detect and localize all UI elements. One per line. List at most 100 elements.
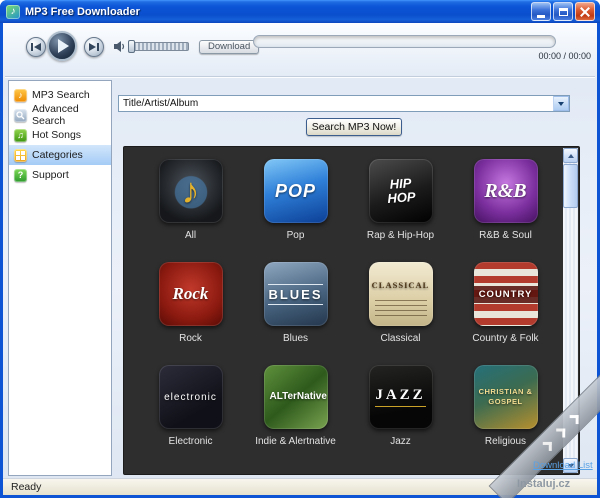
window-title: MP3 Free Downloader <box>25 6 140 18</box>
category-art-text: electronic <box>164 392 217 403</box>
volume-thumb[interactable] <box>128 40 135 53</box>
help-icon: ? <box>14 169 27 182</box>
sidebar-item-mp3-search[interactable]: ♪ MP3 Search <box>9 85 111 105</box>
download-list-link[interactable]: Download List <box>533 460 593 471</box>
category-tile-rnb-soul[interactable]: R&B R&B & Soul <box>453 159 558 262</box>
category-art-blues: BLUES <box>264 262 328 326</box>
search-icon <box>14 109 27 122</box>
chevron-icon <box>542 442 551 451</box>
category-art-rap: HIP HOP <box>369 159 433 223</box>
category-art-text: BLUES <box>268 284 322 305</box>
sidebar-item-label: Categories <box>32 149 83 161</box>
chevron-down-icon <box>558 102 564 106</box>
category-art-text: HIP HOP <box>378 176 424 206</box>
minimize-button[interactable] <box>531 2 551 21</box>
category-tile-classical[interactable]: CLASSICAL Classical <box>348 262 453 365</box>
search-combobox-value[interactable]: Title/Artist/Album <box>119 98 553 109</box>
chevron-icon <box>569 415 578 424</box>
category-art-text: CLASSICAL <box>372 280 430 290</box>
category-tile-blues[interactable]: BLUES Blues <box>243 262 348 365</box>
category-art-text: CHRISTIAN & GOSPEL <box>479 387 533 407</box>
close-button[interactable] <box>575 2 595 21</box>
speaker-icon <box>113 40 126 58</box>
category-art-classical: CLASSICAL <box>369 262 433 326</box>
category-label: Classical <box>380 333 420 344</box>
chevron-icon <box>556 429 565 438</box>
seek-bar[interactable] <box>253 35 556 48</box>
category-tile-pop[interactable]: POP Pop <box>243 159 348 262</box>
next-track-button[interactable] <box>84 37 104 57</box>
volume-slider[interactable] <box>129 42 189 51</box>
close-icon <box>580 7 590 17</box>
titlebar[interactable]: ♪ MP3 Free Downloader <box>0 0 600 23</box>
sidebar-item-label: Advanced Search <box>32 103 111 127</box>
minimize-icon <box>537 15 545 18</box>
category-label: All <box>185 230 196 241</box>
category-tile-rock[interactable]: Rock Rock <box>138 262 243 365</box>
category-art-all: ♪ <box>159 159 223 223</box>
next-icon <box>97 43 99 51</box>
category-tile-all[interactable]: ♪ All <box>138 159 243 262</box>
app-icon: ♪ <box>6 5 20 19</box>
watermark-site-text: Instaluj.cz <box>517 478 570 490</box>
scrollbar-thumb[interactable] <box>563 164 578 208</box>
search-combobox[interactable]: Title/Artist/Album <box>118 95 570 112</box>
sidebar-item-categories[interactable]: Categories <box>9 145 111 165</box>
status-text: Ready <box>3 481 41 493</box>
categories-icon <box>14 149 27 162</box>
category-art-text: R&B <box>484 180 526 203</box>
category-art-jazz: JAZZ <box>369 365 433 429</box>
category-art-text: JAZZ <box>375 387 425 407</box>
sidebar: ♪ MP3 Search Advanced Search ♫ Hot Songs… <box>8 80 112 476</box>
category-art-text: ALTerNative <box>270 391 322 403</box>
category-tile-rap-hip-hop[interactable]: HIP HOP Rap & Hip-Hop <box>348 159 453 262</box>
category-art-rock: Rock <box>159 262 223 326</box>
category-label: Electronic <box>169 436 213 447</box>
category-art-rnb: R&B <box>474 159 538 223</box>
category-art-text: COUNTRY <box>474 286 538 303</box>
sidebar-item-hot-songs[interactable]: ♫ Hot Songs <box>9 125 111 145</box>
sidebar-item-label: Hot Songs <box>32 129 81 141</box>
play-button[interactable] <box>47 31 77 61</box>
category-label: Religious <box>485 436 526 447</box>
category-label: R&B & Soul <box>479 230 532 241</box>
sidebar-item-advanced-search[interactable]: Advanced Search <box>9 105 111 125</box>
category-art-religious: CHRISTIAN & GOSPEL <box>474 365 538 429</box>
category-art-text: ♪ <box>182 170 200 212</box>
category-art-indie: ALTerNative <box>264 365 328 429</box>
sidebar-item-label: MP3 Search <box>32 89 90 101</box>
category-label: Jazz <box>390 436 411 447</box>
category-tile-jazz[interactable]: JAZZ Jazz <box>348 365 453 468</box>
toolbar-separator <box>5 76 595 78</box>
hot-songs-icon: ♫ <box>14 129 27 142</box>
category-art-pop: POP <box>264 159 328 223</box>
sidebar-item-label: Support <box>32 169 69 181</box>
chevron-up-icon <box>568 154 574 158</box>
category-label: Indie & Alertnative <box>255 436 336 447</box>
category-label: Blues <box>283 333 308 344</box>
previous-icon-triangle <box>34 43 41 51</box>
download-button[interactable]: Download <box>199 40 259 54</box>
category-label: Country & Folk <box>472 333 538 344</box>
playback-time: 00:00 / 00:00 <box>538 51 591 61</box>
category-art-electronic: electronic <box>159 365 223 429</box>
category-tile-indie-alternative[interactable]: ALTerNative Indie & Alertnative <box>243 365 348 468</box>
category-art-text: Rock <box>173 284 209 304</box>
music-note-icon: ♪ <box>14 89 27 102</box>
category-tile-electronic[interactable]: electronic Electronic <box>138 365 243 468</box>
app-window: ♪ MP3 Free Downloader Download 00:00 / 0… <box>0 0 600 498</box>
category-tile-country-folk[interactable]: COUNTRY Country & Folk <box>453 262 558 365</box>
previous-track-button[interactable] <box>26 37 46 57</box>
previous-icon <box>31 43 33 51</box>
category-art-text: POP <box>275 181 316 202</box>
search-mp3-button[interactable]: Search MP3 Now! <box>306 118 402 136</box>
categories-panel: ♪ All POP Pop HIP HOP Rap & Hip-Hop R&B … <box>123 146 580 475</box>
category-art-country: COUNTRY <box>474 262 538 326</box>
maximize-button[interactable] <box>553 2 573 21</box>
play-icon <box>58 39 69 53</box>
categories-grid: ♪ All POP Pop HIP HOP Rap & Hip-Hop R&B … <box>138 159 558 468</box>
sidebar-item-support[interactable]: ? Support <box>9 165 111 185</box>
next-icon-triangle <box>89 43 96 51</box>
dropdown-button[interactable] <box>553 96 569 111</box>
scroll-up-button[interactable] <box>563 148 578 163</box>
